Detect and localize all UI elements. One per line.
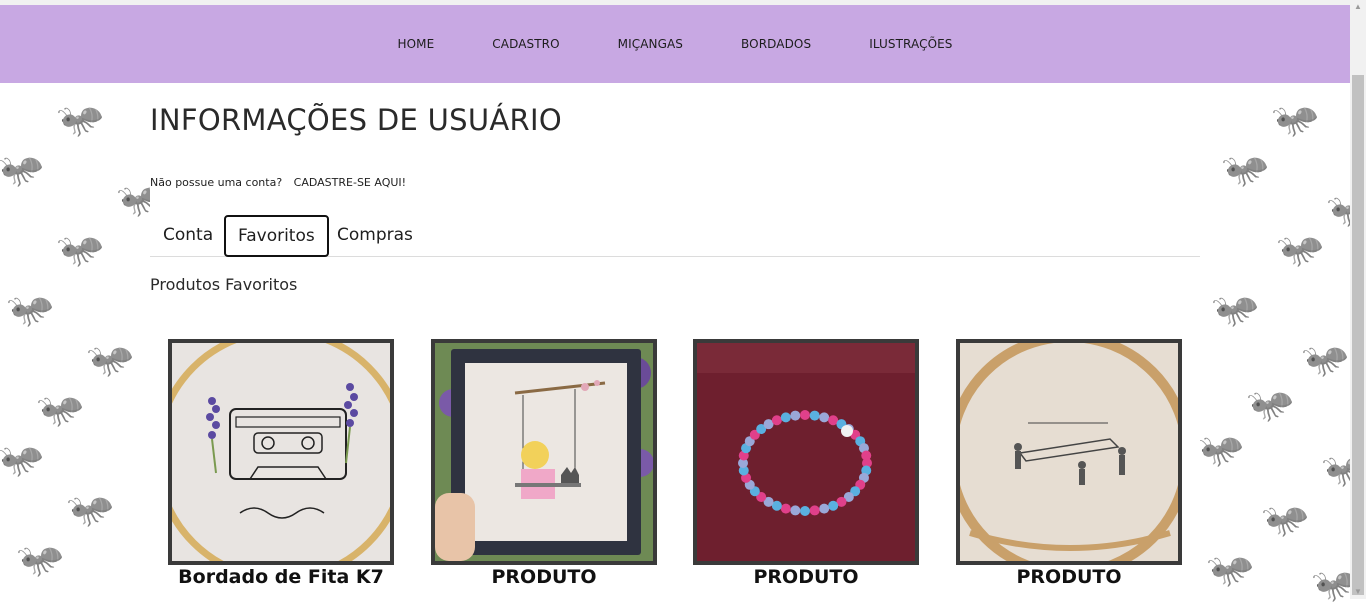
ant-icon: 🐜 bbox=[1268, 89, 1325, 145]
account-prompt-line: Não possue uma conta? CADASTRE-SE AQUI! bbox=[150, 176, 406, 189]
account-prompt-text: Não possue uma conta? bbox=[150, 176, 283, 189]
product-card[interactable]: PRODUTO bbox=[431, 339, 657, 599]
framed-illustration-image bbox=[435, 343, 653, 561]
ant-icon: 🐜 bbox=[1243, 374, 1300, 430]
nav-bordados[interactable]: BORDADOS bbox=[741, 37, 811, 51]
beaded-bracelet-image bbox=[697, 343, 915, 561]
tab-bar: Conta Favoritos Compras bbox=[150, 215, 1200, 257]
product-name[interactable]: PRODUTO bbox=[411, 566, 677, 588]
ant-icon: 🐜 bbox=[83, 329, 140, 385]
ant-icon: 🐜 bbox=[3, 279, 60, 335]
product-card[interactable]: PRODUTO bbox=[693, 339, 919, 599]
ant-icon: 🐜 bbox=[53, 89, 110, 145]
signup-link[interactable]: CADASTRE-SE AQUI! bbox=[294, 176, 406, 189]
ant-icon: 🐜 bbox=[63, 479, 120, 535]
nav-micangas[interactable]: MIÇANGAS bbox=[618, 37, 683, 51]
ant-icon: 🐜 bbox=[1298, 329, 1355, 385]
product-image[interactable] bbox=[956, 339, 1182, 565]
product-image[interactable] bbox=[693, 339, 919, 565]
product-card[interactable]: PRODUTO bbox=[956, 339, 1182, 599]
tab-conta[interactable]: Conta bbox=[151, 215, 225, 255]
product-name[interactable]: Bordado de Fita K7 bbox=[148, 566, 414, 588]
tab-compras[interactable]: Compras bbox=[325, 215, 425, 255]
ant-icon: 🐜 bbox=[1208, 279, 1265, 335]
cassette-embroidery-image bbox=[172, 343, 390, 561]
ant-icon: 🐜 bbox=[1193, 419, 1250, 475]
ant-icon: 🐜 bbox=[13, 529, 70, 585]
main-content: INFORMAÇÕES DE USUÁRIO Não possue uma co… bbox=[150, 83, 1200, 599]
scroll-thumb[interactable] bbox=[1352, 75, 1364, 595]
product-card[interactable]: Bordado de Fita K7 bbox=[168, 339, 394, 599]
ant-icon: 🐜 bbox=[1258, 489, 1315, 545]
product-name[interactable]: PRODUTO bbox=[673, 566, 939, 588]
product-image[interactable] bbox=[431, 339, 657, 565]
ant-icon: 🐜 bbox=[53, 219, 110, 275]
product-image[interactable] bbox=[168, 339, 394, 565]
scroll-down-arrow-icon[interactable]: ▼ bbox=[1350, 585, 1366, 599]
scroll-up-arrow-icon[interactable]: ▲ bbox=[1350, 0, 1366, 14]
scrollbar[interactable]: ▲ ▼ bbox=[1350, 0, 1366, 599]
ant-icon: 🐜 bbox=[1203, 539, 1260, 595]
ant-icon: 🐜 bbox=[33, 379, 90, 435]
navbar: HOME CADASTRO MIÇANGAS BORDADOS ILUSTRAÇ… bbox=[0, 5, 1350, 83]
section-title: Produtos Favoritos bbox=[150, 275, 298, 294]
nav-ilustracoes[interactable]: ILUSTRAÇÕES bbox=[869, 37, 952, 51]
ant-icon: 🐜 bbox=[0, 429, 50, 485]
ant-icon: 🐜 bbox=[1273, 219, 1330, 275]
science-embroidery-image bbox=[960, 343, 1178, 561]
ant-icon: 🐜 bbox=[1218, 139, 1275, 195]
nav-home[interactable]: HOME bbox=[397, 37, 434, 51]
product-name[interactable]: PRODUTO bbox=[936, 566, 1202, 588]
tab-favoritos[interactable]: Favoritos bbox=[224, 215, 329, 257]
nav-cadastro[interactable]: CADASTRO bbox=[492, 37, 559, 51]
page-title: INFORMAÇÕES DE USUÁRIO bbox=[150, 103, 562, 137]
ant-icon: 🐜 bbox=[0, 139, 50, 195]
